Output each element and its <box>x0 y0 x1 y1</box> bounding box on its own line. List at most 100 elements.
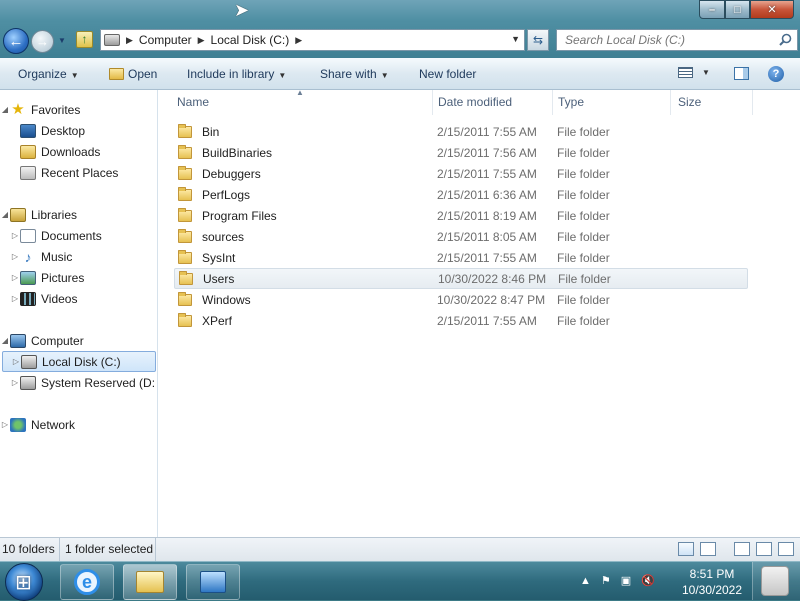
collapse-triangle-icon[interactable]: ▷ <box>10 231 20 240</box>
nav-recent-places[interactable]: Recent Places <box>0 162 157 183</box>
nav-downloads[interactable]: Downloads <box>0 141 157 162</box>
file-date-modified: 2/15/2011 7:56 AM <box>437 145 537 160</box>
downloads-icon <box>20 144 36 159</box>
folder-icon <box>178 249 192 264</box>
arrow-right-icon: → <box>36 34 49 49</box>
file-date-modified: 2/15/2011 8:05 AM <box>437 229 537 244</box>
recent-pages-dropdown[interactable]: ▼ <box>58 36 66 45</box>
taskbar-internet-explorer[interactable]: e <box>60 564 114 600</box>
preview-pane-toggle-icon[interactable] <box>734 542 750 556</box>
new-folder-button[interactable]: New folder <box>419 67 476 81</box>
maximize-button[interactable]: □ <box>725 0 750 19</box>
start-button[interactable] <box>5 563 43 601</box>
file-name: SysInt <box>202 250 236 265</box>
collapse-triangle-icon[interactable]: ▷ <box>10 273 20 282</box>
refresh-button[interactable]: ⇆ <box>527 29 549 51</box>
open-button[interactable]: Open <box>109 67 157 81</box>
address-bar[interactable]: ▶ Computer ▶ Local Disk (C:) ▶ ▼ <box>100 29 525 51</box>
file-row[interactable]: BuildBinaries 2/15/2011 7:56 AM File folde… <box>174 142 748 163</box>
status-bar: 10 folders 1 folder selected <box>0 537 800 561</box>
folder-up-icon[interactable]: ↑ <box>76 31 93 48</box>
system-clock[interactable]: 8:51 PM 10/30/2022 <box>672 566 752 598</box>
column-header-type[interactable]: Type <box>553 90 671 115</box>
file-name: PerfLogs <box>202 187 251 202</box>
help-icon[interactable]: ? <box>768 66 784 82</box>
chevron-right-icon[interactable]: ▶ <box>198 35 205 46</box>
file-type: File folder <box>558 271 611 286</box>
chevron-right-icon[interactable]: ▶ <box>295 35 302 46</box>
column-header-name[interactable]: Name <box>172 90 433 115</box>
file-row[interactable]: Bin 2/15/2011 7:55 AM File folder <box>174 121 748 142</box>
file-row[interactable]: Users 10/30/2022 8:46 PM File folder <box>174 268 748 289</box>
collapse-triangle-icon[interactable]: ▷ <box>11 357 21 366</box>
selection-count: 1 folder selected <box>60 538 156 561</box>
nav-videos[interactable]: ▷ Videos <box>0 288 157 309</box>
column-header-date-modified[interactable]: Date modified <box>433 90 553 115</box>
nav-music[interactable]: ▷ ♪ Music <box>0 246 157 267</box>
include-in-library-button[interactable]: Include in library ▼ <box>187 67 286 81</box>
chevron-right-icon[interactable]: ▶ <box>126 35 133 46</box>
search-box[interactable] <box>556 29 798 51</box>
network-status-icon[interactable]: ▣ <box>621 574 631 587</box>
chevron-down-icon: ▼ <box>702 68 710 77</box>
taskbar-windows-explorer[interactable] <box>123 564 177 600</box>
clock-date: 10/30/2022 <box>681 583 743 597</box>
navigation-pane-toggle-icon[interactable] <box>778 542 794 556</box>
file-row[interactable]: PerfLogs 2/15/2011 6:36 AM File folder <box>174 184 748 205</box>
preview-pane-icon[interactable] <box>734 67 749 80</box>
breadcrumb-computer[interactable]: Computer <box>139 33 192 47</box>
file-type: File folder <box>557 229 610 244</box>
nav-pictures[interactable]: ▷ Pictures <box>0 267 157 288</box>
volume-muted-icon[interactable]: 🔇 <box>641 574 655 587</box>
nav-favorites[interactable]: ◢ ★ Favorites <box>0 99 157 120</box>
file-row[interactable]: Program Files 2/15/2011 8:19 AM File folde… <box>174 205 748 226</box>
details-view-icon[interactable] <box>678 542 694 556</box>
show-hidden-icons-icon[interactable]: ▲ <box>580 575 591 587</box>
change-view-button[interactable]: ▼ <box>678 67 710 78</box>
column-header-size[interactable]: Size <box>673 90 753 115</box>
windows-explorer-icon <box>136 571 164 593</box>
address-dropdown-button[interactable]: ▼ <box>511 34 520 44</box>
music-icon: ♪ <box>24 248 32 265</box>
share-with-button[interactable]: Share with ▼ <box>320 67 389 81</box>
internet-explorer-icon: e <box>74 569 100 595</box>
file-row[interactable]: Debuggers 2/15/2011 7:55 AM File folder <box>174 163 748 184</box>
forward-button[interactable]: → <box>31 30 54 53</box>
collapse-triangle-icon[interactable]: ▷ <box>0 420 10 429</box>
collapse-triangle-icon[interactable]: ▷ <box>10 294 20 303</box>
action-center-flag-icon[interactable]: ⚑ <box>601 574 611 587</box>
file-row[interactable]: sources 2/15/2011 8:05 AM File folder <box>174 226 748 247</box>
search-input[interactable] <box>565 30 775 50</box>
organize-button[interactable]: Organize ▼ <box>18 67 79 81</box>
file-date-modified: 10/30/2022 8:47 PM <box>437 292 546 307</box>
file-row[interactable]: XPerf 2/15/2011 7:55 AM File folder <box>174 310 748 331</box>
collapse-triangle-icon[interactable]: ▷ <box>10 252 20 261</box>
show-desktop-button[interactable] <box>752 562 800 600</box>
details-view-icon <box>678 67 693 78</box>
nav-computer[interactable]: ◢ Computer <box>0 330 157 351</box>
expand-triangle-icon[interactable]: ◢ <box>0 210 10 219</box>
minimize-button[interactable]: – <box>699 0 725 19</box>
file-row[interactable]: Windows 10/30/2022 8:47 PM File folder <box>174 289 748 310</box>
file-type: File folder <box>557 145 610 160</box>
drive-icon <box>104 34 120 46</box>
nav-network[interactable]: ▷ Network <box>0 414 157 435</box>
file-row[interactable]: SysInt 2/15/2011 7:55 AM File folder <box>174 247 748 268</box>
collapse-triangle-icon[interactable]: ▷ <box>10 378 20 387</box>
folder-icon <box>178 291 192 306</box>
nav-system-reserved[interactable]: ▷ System Reserved (D: <box>0 372 157 393</box>
details-pane-toggle-icon[interactable] <box>756 542 772 556</box>
search-icon[interactable] <box>779 33 792 46</box>
nav-libraries[interactable]: ◢ Libraries <box>0 204 157 225</box>
file-name: Debuggers <box>202 166 261 181</box>
large-icons-view-icon[interactable] <box>700 542 716 556</box>
expand-triangle-icon[interactable]: ◢ <box>0 105 10 114</box>
nav-documents[interactable]: ▷ Documents <box>0 225 157 246</box>
expand-triangle-icon[interactable]: ◢ <box>0 336 10 345</box>
nav-desktop[interactable]: Desktop <box>0 120 157 141</box>
close-button[interactable]: ✕ <box>750 0 794 19</box>
back-button[interactable]: ← <box>3 28 29 54</box>
nav-local-disk[interactable]: ▷ Local Disk (C:) <box>2 351 156 372</box>
taskbar-remote-desktop[interactable] <box>186 564 240 600</box>
breadcrumb-local-disk[interactable]: Local Disk (C:) <box>211 33 290 47</box>
